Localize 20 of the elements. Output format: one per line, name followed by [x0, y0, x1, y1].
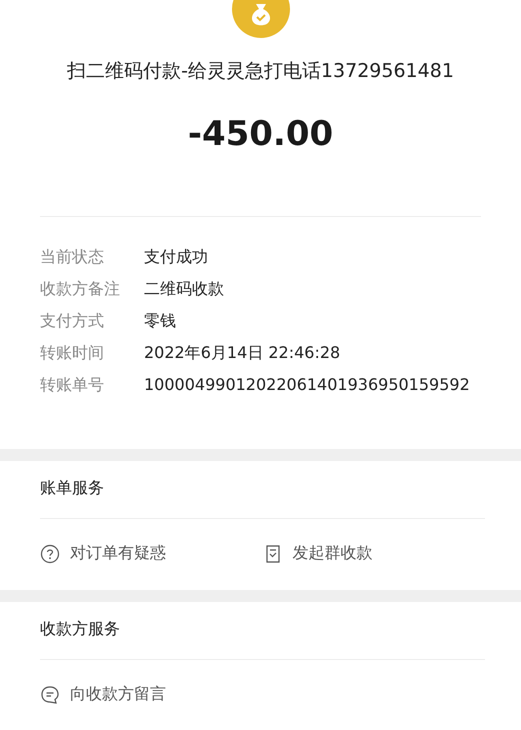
- detail-value: 10000499012022061401936950159592: [144, 374, 470, 396]
- detail-label: 收款方备注: [40, 278, 121, 300]
- section-heading: 账单服务: [40, 461, 485, 519]
- question-icon: [40, 544, 60, 564]
- detail-label: 转账单号: [40, 374, 105, 396]
- detail-value: 零钱: [144, 310, 176, 332]
- action-link[interactable]: 对订单有疑惑: [40, 539, 166, 568]
- detail-value: 二维码收款: [144, 278, 224, 300]
- detail-value: 支付成功: [144, 246, 208, 268]
- detail-label: 转账时间: [40, 342, 105, 364]
- action-link[interactable]: 发起群收款: [262, 539, 372, 568]
- detail-value: 2022年6月14日 22:46:28: [144, 342, 340, 364]
- payment-title: 扫二维码付款-给灵灵急打电话13729561481: [67, 59, 454, 84]
- money-bag-icon: [232, 0, 290, 38]
- detail-label: 当前状态: [40, 246, 105, 268]
- action-link[interactable]: 向收款方留言: [40, 680, 166, 709]
- section-heading: 收款方服务: [40, 602, 485, 660]
- payment-amount: -450.00: [188, 114, 334, 154]
- message-icon: [40, 684, 60, 704]
- detail-label: 支付方式: [40, 310, 105, 332]
